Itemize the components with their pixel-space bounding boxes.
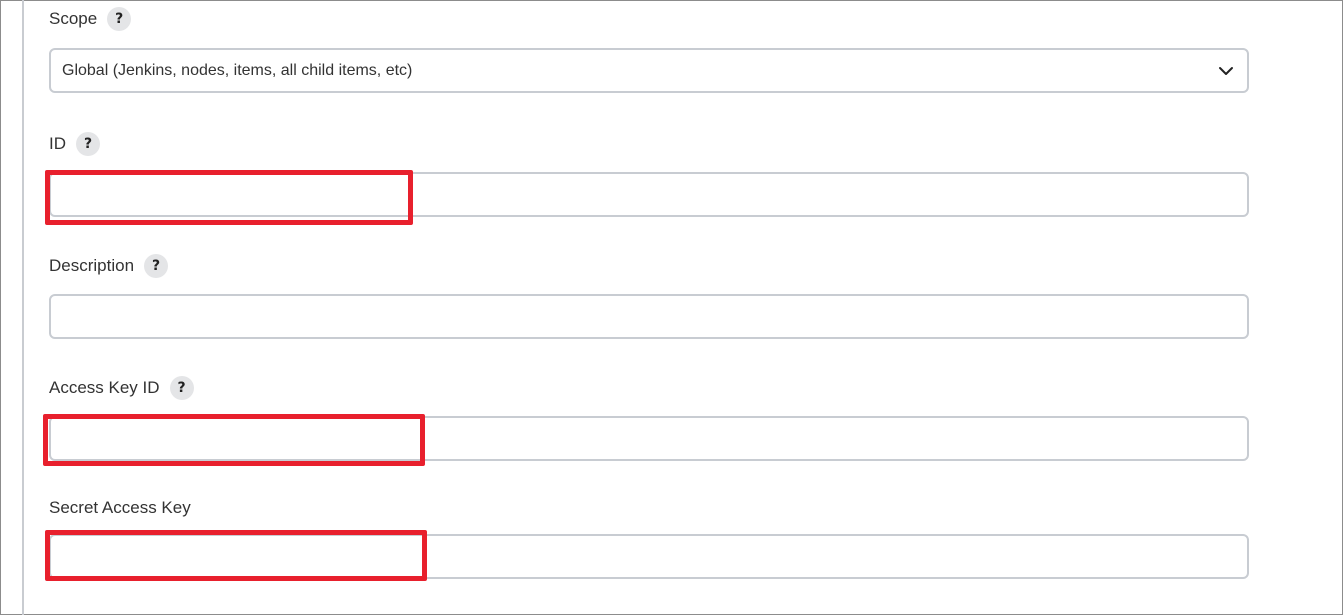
id-input[interactable] — [49, 172, 1249, 217]
section-divider — [22, 0, 24, 615]
secret-access-key-field-label-row: Secret Access Key — [49, 495, 191, 521]
secret-access-key-input[interactable] — [49, 534, 1249, 579]
scope-selected-value: Global (Jenkins, nodes, items, all child… — [62, 61, 413, 79]
description-label: Description — [49, 256, 135, 275]
description-input[interactable] — [49, 294, 1249, 339]
access-key-id-field-label-row: Access Key ID ? — [49, 375, 194, 401]
id-help-icon[interactable]: ? — [76, 132, 100, 156]
scope-label: Scope — [49, 9, 98, 28]
id-field-label-row: ID ? — [49, 131, 100, 157]
access-key-id-help-icon[interactable]: ? — [169, 376, 194, 400]
scope-help-icon[interactable]: ? — [107, 7, 132, 31]
scope-select[interactable]: Global (Jenkins, nodes, items, all child… — [49, 48, 1249, 93]
id-label: ID — [49, 134, 66, 153]
chevron-down-icon — [1219, 66, 1233, 75]
scope-field-label-row: Scope ? — [49, 6, 132, 32]
access-key-id-label: Access Key ID — [49, 378, 160, 397]
description-field-label-row: Description ? — [49, 253, 169, 279]
description-help-icon[interactable]: ? — [144, 254, 169, 278]
access-key-id-input[interactable] — [49, 416, 1249, 461]
secret-access-key-label: Secret Access Key — [49, 498, 191, 517]
